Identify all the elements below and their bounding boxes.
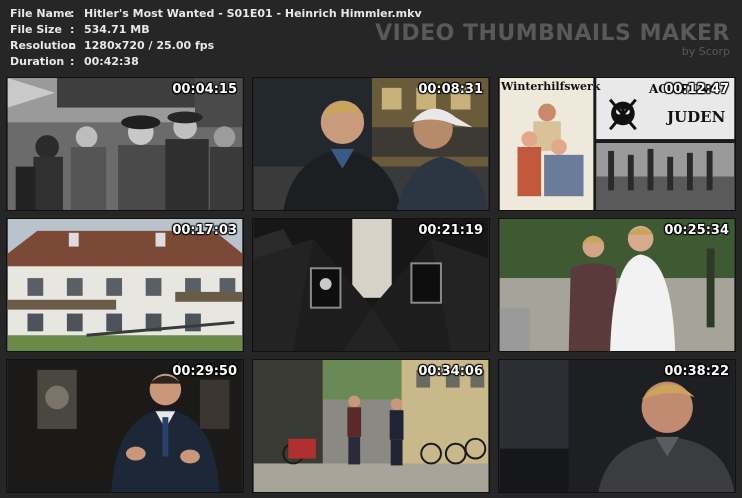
thumbnail-7[interactable]: 00:29:50 (6, 359, 244, 493)
thumbnail-image (253, 78, 489, 210)
timestamp: 00:04:15 (172, 82, 237, 97)
thumbnail-image (499, 78, 735, 210)
brand-title: VIDEO THUMBNAILS MAKER (375, 21, 730, 46)
separator: : (70, 55, 75, 68)
file-size-value: 534.71 MB (84, 23, 150, 36)
file-name-row: File Name: Hitler's Most Wanted - S01E01 … (10, 6, 422, 22)
resolution-row: Resolution:1280x720 / 25.00 fps (10, 38, 422, 54)
separator: : (70, 23, 75, 36)
timestamp: 00:17:03 (172, 223, 237, 238)
timestamp: 00:08:31 (418, 82, 483, 97)
resolution-value: 1280x720 / 25.00 fps (84, 39, 215, 52)
timestamp: 00:21:19 (418, 223, 483, 238)
thumbnail-image (7, 360, 243, 492)
thumbnail-image (7, 78, 243, 210)
brand-logo: VIDEO THUMBNAILS MAKER by Scorp (375, 22, 730, 58)
file-size-label: File Size (10, 23, 62, 36)
duration-value: 00:42:38 (84, 55, 139, 68)
file-info-panel: File Name: Hitler's Most Wanted - S01E01 … (10, 6, 422, 70)
file-name-value: Hitler's Most Wanted - S01E01 - Heinrich… (84, 7, 422, 20)
thumbnail-image (253, 219, 489, 351)
thumbnail-1[interactable]: 00:04:15 (6, 77, 244, 211)
poster-text: Winterhilfswerk (501, 80, 601, 93)
separator: : (70, 7, 75, 20)
timestamp: 00:29:50 (172, 364, 237, 379)
resolution-label: Resolution (10, 39, 77, 52)
thumbnail-3[interactable]: Winterhilfswerk ACHTUNG JUDEN 00:12:47 (498, 77, 736, 211)
thumbnail-6[interactable]: 00:25:34 (498, 218, 736, 352)
duration-label: Duration (10, 55, 65, 68)
thumbnail-2[interactable]: 00:08:31 (252, 77, 490, 211)
separator: : (70, 39, 75, 52)
duration-row: Duration:00:42:38 (10, 54, 422, 70)
sign-text: JUDEN (667, 108, 726, 126)
thumbnail-8[interactable]: 00:34:06 (252, 359, 490, 493)
thumbnail-image (499, 360, 735, 492)
thumbnail-image (499, 219, 735, 351)
timestamp: 00:12:47 (664, 82, 729, 97)
thumbnail-5[interactable]: 00:21:19 (252, 218, 490, 352)
thumbnail-grid: 00:04:15 00:08:31 Winterhilfswerk ACHTUN… (6, 77, 736, 493)
file-size-row: File Size:534.71 MB (10, 22, 422, 38)
thumbnail-image (7, 219, 243, 351)
timestamp: 00:34:06 (418, 364, 483, 379)
timestamp: 00:25:34 (664, 223, 729, 238)
timestamp: 00:38:22 (664, 364, 729, 379)
thumbnail-image (253, 360, 489, 492)
thumbnail-9[interactable]: 00:38:22 (498, 359, 736, 493)
thumbnail-4[interactable]: 00:17:03 (6, 218, 244, 352)
brand-subtitle: by Scorp (681, 45, 730, 58)
file-name-label: File Name (10, 7, 72, 20)
